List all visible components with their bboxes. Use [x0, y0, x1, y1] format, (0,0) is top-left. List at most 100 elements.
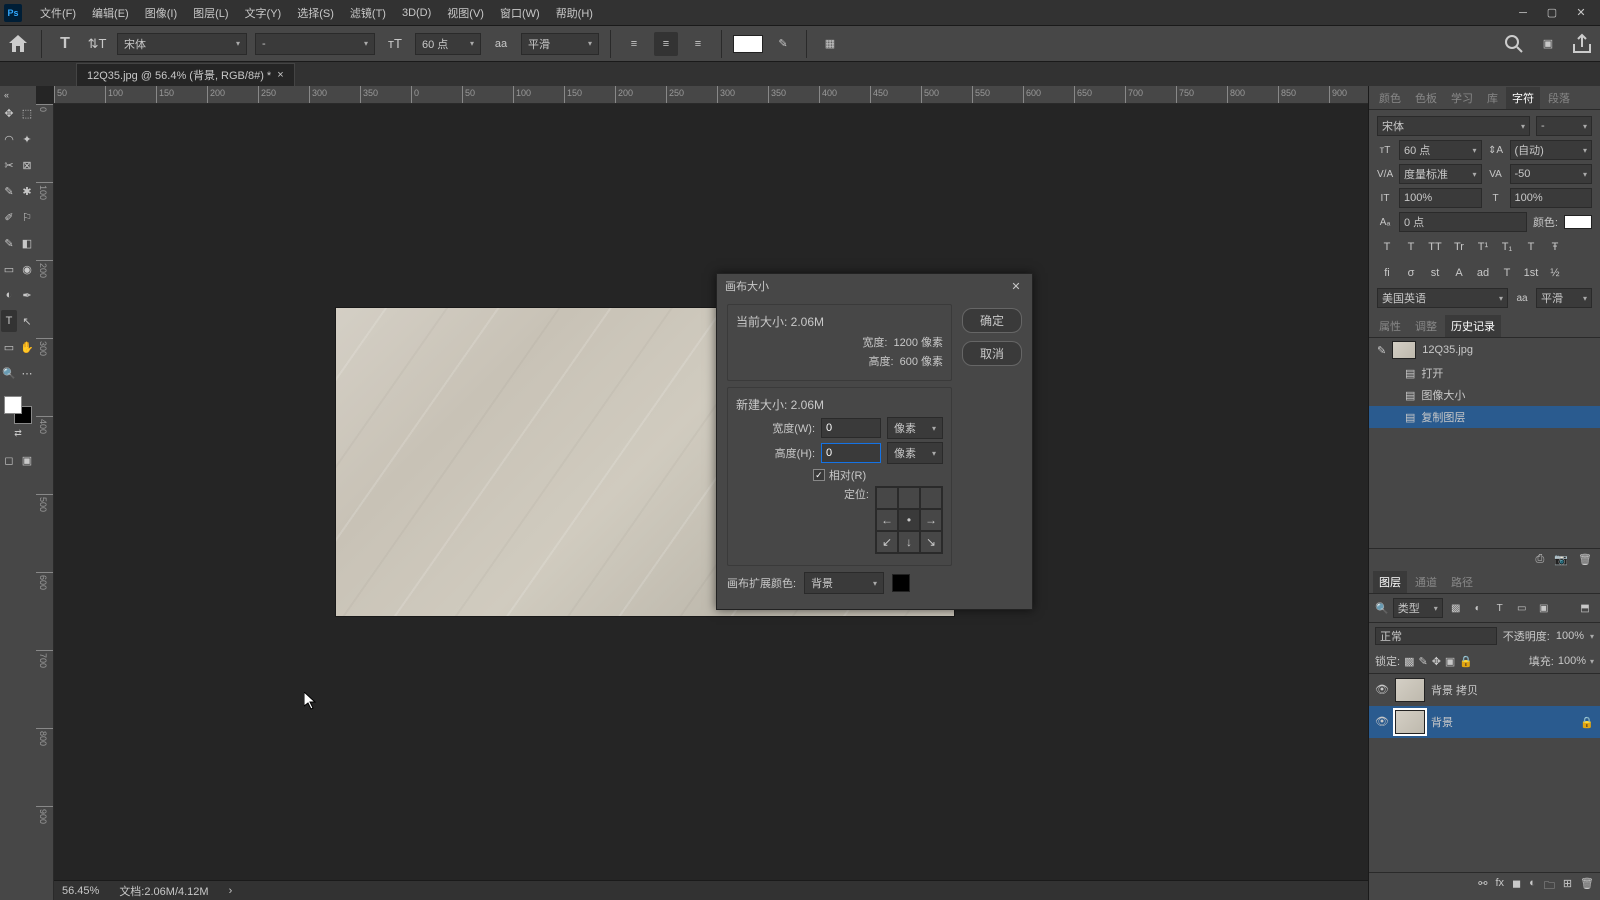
tab-swatches[interactable]: 色板: [1409, 87, 1443, 109]
align-center-icon[interactable]: ≡: [654, 32, 678, 56]
tab-paragraph[interactable]: 段落: [1542, 87, 1576, 109]
text-style-button[interactable]: T: [1377, 238, 1397, 256]
menu-3d[interactable]: 3D(D): [394, 7, 439, 19]
pen-tool[interactable]: ✒: [19, 284, 35, 306]
brush-tool[interactable]: ✐: [1, 206, 17, 228]
window-minimize-icon[interactable]: ─: [1516, 6, 1530, 20]
menu-view[interactable]: 视图(V): [439, 5, 492, 21]
filter-smart-icon[interactable]: ▣: [1535, 599, 1553, 617]
filter-type-icon[interactable]: T: [1491, 599, 1509, 617]
zoom-tool[interactable]: 🔍: [1, 362, 17, 384]
camera-icon[interactable]: 📷: [1554, 553, 1568, 566]
tab-color[interactable]: 颜色: [1373, 87, 1407, 109]
cp-font-style-select[interactable]: -▾: [1536, 116, 1592, 136]
filter-shape-icon[interactable]: ▭: [1513, 599, 1531, 617]
cp-size-select[interactable]: 60 点▾: [1399, 140, 1482, 160]
lock-trans-icon[interactable]: ▩: [1404, 655, 1414, 668]
layer-row[interactable]: 👁 背景 🔒: [1369, 706, 1600, 738]
anchor-grid[interactable]: ←•→ ↙↓↘: [875, 486, 943, 554]
tab-character[interactable]: 字符: [1506, 87, 1540, 109]
text-color-swatch[interactable]: [733, 35, 763, 53]
swap-colors-icon[interactable]: ⇄: [14, 428, 22, 439]
link-icon[interactable]: ⚯: [1478, 877, 1487, 896]
panel-toggle-icon[interactable]: ▦: [818, 32, 842, 56]
adjust-icon[interactable]: ◐: [1529, 877, 1536, 896]
document-tab[interactable]: 12Q35.jpg @ 56.4% (背景, RGB/8#) * ×: [76, 63, 295, 86]
fill-value[interactable]: 100%: [1558, 655, 1586, 667]
home-icon[interactable]: [6, 32, 30, 56]
menu-help[interactable]: 帮助(H): [548, 5, 601, 21]
heal-tool[interactable]: ✱: [19, 180, 35, 202]
frame-icon[interactable]: ▣: [1536, 32, 1560, 56]
cp-scale-h-input[interactable]: 100%: [1510, 188, 1593, 208]
eraser-tool[interactable]: ◧: [19, 232, 35, 254]
tab-properties[interactable]: 属性: [1373, 315, 1407, 337]
new-snapshot-icon[interactable]: ⎙: [1536, 553, 1545, 566]
anti-alias-select[interactable]: 平滑▾: [521, 33, 599, 55]
lock-all-icon[interactable]: 🔒: [1459, 655, 1473, 668]
menu-type[interactable]: 文字(Y): [237, 5, 290, 21]
menu-select[interactable]: 选择(S): [289, 5, 342, 21]
cp-color-swatch[interactable]: [1564, 215, 1592, 229]
mask-icon[interactable]: ◼: [1512, 877, 1521, 896]
opentype-feature-button[interactable]: st: [1425, 264, 1445, 282]
history-brush-tool[interactable]: ✎: [1, 232, 17, 254]
screenmode-tool[interactable]: ▣: [19, 449, 35, 471]
text-style-button[interactable]: T₁: [1497, 238, 1517, 256]
filter-toggle-icon[interactable]: ⬒: [1576, 599, 1594, 617]
tab-channels[interactable]: 通道: [1409, 571, 1443, 593]
height-input[interactable]: [821, 443, 881, 463]
menu-edit[interactable]: 编辑(E): [84, 5, 137, 21]
tools-collapse-icon[interactable]: «: [0, 90, 36, 100]
extend-color-swatch[interactable]: [892, 574, 910, 592]
opentype-feature-button[interactable]: fi: [1377, 264, 1397, 282]
lock-icon[interactable]: 🔒: [1580, 716, 1594, 729]
cp-baseline-input[interactable]: 0 点: [1399, 212, 1527, 232]
text-orientation-icon[interactable]: ⇅T: [85, 32, 109, 56]
lock-paint-icon[interactable]: ✎: [1418, 655, 1427, 668]
wand-tool[interactable]: ✦: [19, 128, 35, 150]
align-left-icon[interactable]: ≡: [622, 32, 646, 56]
share-icon[interactable]: [1570, 32, 1594, 56]
opacity-value[interactable]: 100%: [1556, 630, 1584, 642]
status-more-icon[interactable]: ›: [229, 885, 233, 897]
width-unit-select[interactable]: 像素▾: [887, 417, 943, 439]
lock-pos-icon[interactable]: ✥: [1432, 655, 1441, 668]
history-snapshot[interactable]: ✎ 12Q35.jpg: [1369, 338, 1600, 362]
type-tool[interactable]: T: [1, 310, 17, 332]
doc-size[interactable]: 文档:2.06M/4.12M: [119, 883, 208, 899]
blur-tool[interactable]: ◉: [19, 258, 35, 280]
layer-row[interactable]: 👁 背景 拷贝: [1369, 674, 1600, 706]
opentype-feature-button[interactable]: T: [1497, 264, 1517, 282]
history-step[interactable]: ▤复制图层: [1369, 406, 1600, 428]
warp-text-icon[interactable]: ✎: [771, 32, 795, 56]
text-style-button[interactable]: TT: [1425, 238, 1445, 256]
blend-mode-select[interactable]: 正常: [1375, 627, 1497, 645]
cp-scale-v-input[interactable]: 100%: [1399, 188, 1482, 208]
opentype-feature-button[interactable]: ½: [1545, 264, 1565, 282]
width-input[interactable]: [821, 418, 881, 438]
fx-icon[interactable]: fx: [1495, 877, 1504, 896]
text-style-button[interactable]: Ŧ: [1545, 238, 1565, 256]
path-select-tool[interactable]: ↖: [19, 310, 35, 332]
filter-type-select[interactable]: 类型▾: [1393, 598, 1443, 618]
cp-tracking-select[interactable]: 度量标准▾: [1399, 164, 1482, 184]
opentype-feature-button[interactable]: A: [1449, 264, 1469, 282]
window-maximize-icon[interactable]: ▢: [1545, 6, 1559, 20]
menu-file[interactable]: 文件(F): [32, 5, 84, 21]
frame-tool[interactable]: ⊠: [19, 154, 35, 176]
tab-libraries[interactable]: 库: [1481, 87, 1504, 109]
lock-artboard-icon[interactable]: ▣: [1445, 655, 1455, 668]
lasso-tool[interactable]: ◠: [1, 128, 17, 150]
extend-color-select[interactable]: 背景▾: [804, 572, 884, 594]
marquee-tool[interactable]: ⬚: [19, 102, 35, 124]
filter-pixel-icon[interactable]: ▩: [1447, 599, 1465, 617]
window-close-icon[interactable]: ✕: [1574, 6, 1588, 20]
history-step[interactable]: ▤图像大小: [1369, 384, 1600, 406]
clone-tool[interactable]: ⚐: [19, 206, 35, 228]
more-tool[interactable]: ⋯: [19, 362, 35, 384]
text-style-button[interactable]: T: [1401, 238, 1421, 256]
move-tool[interactable]: ✥: [1, 102, 17, 124]
cp-kern-select[interactable]: -50▾: [1510, 164, 1593, 184]
ok-button[interactable]: 确定: [962, 308, 1022, 333]
